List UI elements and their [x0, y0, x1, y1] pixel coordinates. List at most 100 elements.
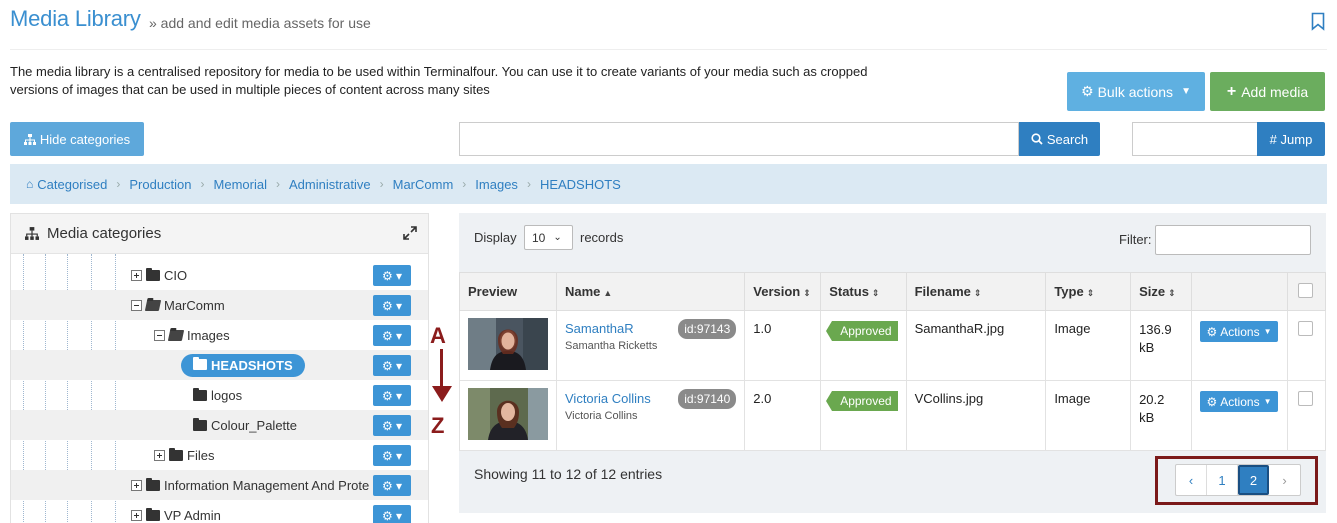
media-table: Preview Name ▲ Version ⇕ Status ⇕ Filename ⇕… — [459, 272, 1327, 451]
column-version[interactable]: Version ⇕ — [744, 272, 822, 311]
jump-button[interactable]: # Jump — [1257, 122, 1325, 156]
node-settings-button[interactable]: ⚙ ▾ — [373, 385, 411, 406]
breadcrumb-images[interactable]: Images — [475, 177, 518, 192]
preview-cell — [459, 310, 557, 381]
hide-categories-label: Hide categories — [39, 131, 131, 147]
pagination-next[interactable]: › — [1269, 465, 1300, 495]
node-settings-button[interactable]: ⚙ ▾ — [373, 295, 411, 316]
pagination-page-1[interactable]: 1 — [1207, 465, 1238, 495]
thumbnail-image[interactable] — [468, 388, 548, 440]
tree-node-vp-admin[interactable]: VP Admin — [131, 500, 221, 523]
column-filename[interactable]: Filename ⇕ — [905, 272, 1047, 311]
search-input[interactable] — [459, 122, 1019, 156]
bookmark-icon[interactable] — [1311, 12, 1325, 31]
version-cell: 1.0 — [744, 310, 822, 381]
node-settings-button[interactable]: ⚙ ▾ — [373, 265, 411, 286]
bulk-actions-button[interactable]: ⚙ Bulk actions ▼ — [1067, 72, 1205, 111]
header-divider — [10, 49, 1327, 50]
node-settings-button[interactable]: ⚙ ▾ — [373, 505, 411, 523]
column-size[interactable]: Size ⇕ — [1130, 272, 1192, 311]
add-media-button[interactable]: + Add media — [1210, 72, 1325, 111]
size-cell: 136.9 kB — [1130, 310, 1192, 381]
pagination: ‹ 1 2 › — [1175, 464, 1301, 496]
row-checkbox[interactable] — [1297, 321, 1313, 336]
filter-label: Filter: — [1119, 232, 1152, 247]
preview-cell — [459, 380, 557, 451]
expand-plus-icon[interactable] — [131, 479, 142, 491]
name-cell: id:97140 Victoria Collins Victoria Colli… — [555, 380, 746, 451]
expand-icon[interactable] — [403, 226, 417, 240]
pagination-prev[interactable]: ‹ — [1176, 465, 1207, 495]
tree-label: VP Admin — [164, 507, 221, 523]
breadcrumb-memorial[interactable]: Memorial — [214, 177, 267, 192]
filter-input[interactable] — [1155, 225, 1311, 255]
jump-input[interactable] — [1132, 122, 1258, 156]
pagination-page-2[interactable]: 2 — [1238, 465, 1269, 495]
breadcrumb-headshots[interactable]: HEADSHOTS — [540, 177, 621, 192]
folder-icon — [146, 477, 160, 491]
status-cell: Approved — [820, 380, 907, 451]
selected-node-pill[interactable]: HEADSHOTS — [181, 353, 305, 377]
tree-node-information-management[interactable]: Information Management And Prote — [131, 470, 369, 500]
actions-cell: ⚙ Actions ▼ — [1190, 310, 1288, 381]
folder-open-icon — [144, 299, 162, 311]
expand-plus-icon[interactable] — [154, 449, 165, 461]
records-label: records — [580, 230, 624, 245]
collapse-minus-icon[interactable] — [131, 299, 142, 311]
node-settings-button[interactable]: ⚙ ▾ — [373, 445, 411, 466]
breadcrumb-categorised[interactable]: Categorised — [37, 177, 107, 192]
tree-row-vp-admin: VP Admin ⚙ ▾ — [11, 500, 428, 523]
sort-icon: ⇕ — [803, 288, 811, 298]
categories-header: Media categories — [11, 214, 428, 254]
tree-node-headshots[interactable]: HEADSHOTS — [181, 350, 305, 380]
thumbnail-image[interactable] — [468, 318, 548, 370]
tree-row-files: Files ⚙ ▾ — [11, 440, 428, 470]
chevron-right-icon: › — [379, 177, 384, 191]
tree-node-colour-palette[interactable]: Colour_Palette — [193, 410, 297, 440]
column-status[interactable]: Status ⇕ — [820, 272, 907, 311]
table-row: id:97143 SamanthaR Samantha Ricketts 1.0… — [459, 310, 1327, 381]
expand-plus-icon[interactable] — [131, 269, 142, 281]
tree-row-colour-palette: Colour_Palette ⚙ ▾ — [11, 410, 428, 440]
collapse-minus-icon[interactable] — [154, 329, 165, 341]
row-actions-button[interactable]: ⚙ Actions ▼ — [1199, 321, 1278, 342]
folder-icon — [146, 267, 160, 281]
search-button[interactable]: Search — [1019, 122, 1100, 156]
tree-node-marcomm[interactable]: MarComm — [131, 290, 225, 320]
column-type-label: Type — [1054, 284, 1084, 299]
node-settings-button[interactable]: ⚙ ▾ — [373, 415, 411, 436]
column-type[interactable]: Type ⇕ — [1045, 272, 1132, 311]
select-all-checkbox[interactable] — [1297, 282, 1313, 298]
row-checkbox[interactable] — [1297, 391, 1313, 406]
chevron-right-icon: › — [526, 177, 531, 191]
column-name[interactable]: Name ▲ — [555, 272, 746, 311]
node-settings-button[interactable]: ⚙ ▾ — [373, 475, 411, 496]
column-name-label: Name — [565, 284, 601, 299]
hide-categories-button[interactable]: Hide categories — [10, 122, 144, 156]
tree-node-images[interactable]: Images — [154, 320, 230, 350]
tree-node-logos[interactable]: logos — [193, 380, 242, 410]
breadcrumb-production[interactable]: Production — [129, 177, 191, 192]
column-version-label: Version — [753, 284, 801, 299]
expand-plus-icon[interactable] — [131, 509, 142, 521]
caret-down-icon: ▼ — [1263, 397, 1272, 406]
status-cell: Approved — [820, 310, 907, 381]
version-cell: 2.0 — [744, 380, 822, 451]
row-actions-label: Actions — [1220, 324, 1260, 339]
tree-node-cio[interactable]: CIO — [131, 260, 187, 290]
tree-node-files[interactable]: Files — [154, 440, 214, 470]
size-cell: 20.2 kB — [1130, 380, 1192, 451]
select-cell — [1286, 380, 1327, 451]
row-actions-button[interactable]: ⚙ Actions ▼ — [1199, 391, 1278, 412]
add-media-label: Add media — [1241, 83, 1309, 100]
search-icon — [1031, 133, 1043, 145]
breadcrumb-marcomm[interactable]: MarComm — [393, 177, 454, 192]
breadcrumb-administrative[interactable]: Administrative — [289, 177, 371, 192]
chevron-right-icon: › — [462, 177, 467, 191]
tree-label: Colour_Palette — [211, 417, 297, 433]
node-settings-button[interactable]: ⚙ ▾ — [373, 355, 411, 376]
page-size-select[interactable]: 10 ⌄ — [524, 225, 573, 250]
node-settings-button[interactable]: ⚙ ▾ — [373, 325, 411, 346]
tree-label: logos — [211, 387, 243, 403]
caret-down-icon: ▼ — [1181, 86, 1191, 97]
